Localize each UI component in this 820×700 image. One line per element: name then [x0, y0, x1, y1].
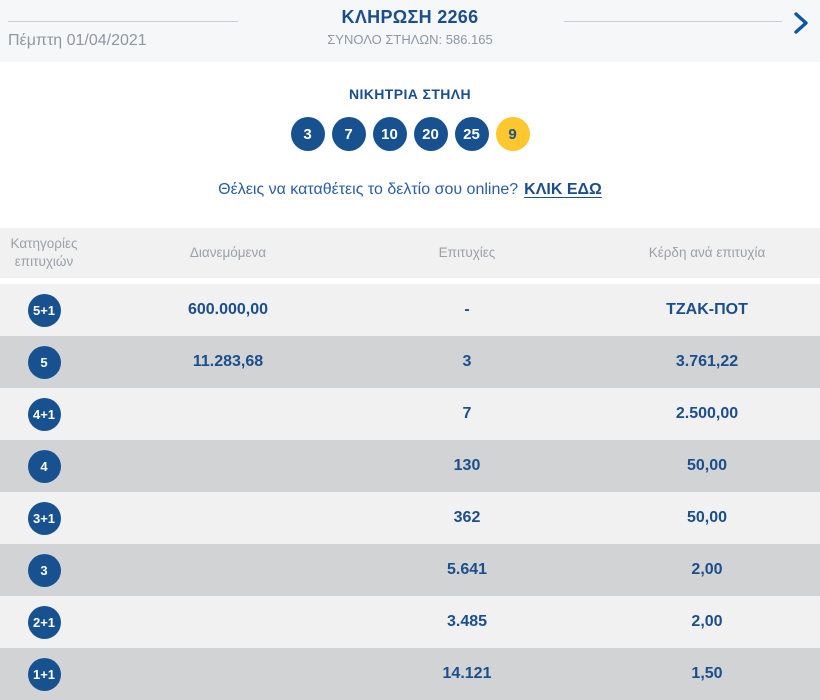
winning-number-ball: 3: [290, 117, 325, 151]
winning-number-ball: 7: [331, 117, 366, 151]
next-draw-button[interactable]: [790, 11, 812, 35]
column-header-wins: Επιτυχίες: [438, 245, 496, 261]
divider-left: [8, 21, 238, 22]
wins-value: 362: [453, 509, 481, 526]
prize-value: 3.761,22: [675, 353, 739, 370]
table-row: 1+1 14.121 1,50: [0, 648, 820, 700]
category-badge: 1+1: [27, 657, 61, 691]
category-badge: 5: [27, 345, 61, 379]
table-row: 3+1 362 50,00: [0, 492, 820, 544]
results-table: Κατηγορίες επιτυχιών Διανεμόμενα Επιτυχί…: [0, 228, 820, 700]
winning-number-ball: 20: [413, 117, 448, 151]
prize-value: ΤΖΑΚ-ΠΟΤ: [666, 301, 748, 318]
click-here-link[interactable]: ΚΛΙΚ ΕΔΩ: [524, 181, 602, 198]
table-row: 5+1 600.000,00 - ΤΖΑΚ-ΠΟΤ: [0, 284, 820, 336]
online-cta: Θέλεις να καταθέτεις το δελτίο σου onlin…: [0, 181, 820, 199]
wins-value: 5.641: [446, 561, 488, 578]
column-header-distributed: Διανεμόμενα: [189, 245, 267, 261]
prize-value: 2,00: [691, 613, 723, 630]
table-row: 3 5.641 2,00: [0, 544, 820, 596]
prize-value: 2,00: [691, 561, 723, 578]
chevron-right-icon: [794, 12, 808, 34]
wins-value: 7: [462, 405, 472, 422]
draw-date: Πέμπτη 01/04/2021: [8, 32, 147, 49]
prize-value: 1,50: [691, 665, 723, 682]
distributed-value: 600.000,00: [187, 301, 269, 318]
joker-number-ball: 9: [495, 117, 530, 151]
winning-number-ball: 25: [454, 117, 489, 151]
column-header-categories: Κατηγορίες επιτυχιών: [10, 236, 78, 269]
wins-value: -: [464, 301, 470, 318]
category-badge: 2+1: [27, 605, 61, 639]
draw-header: ΚΛΗΡΩΣΗ 2266 ΣΥΝΟΛΟ ΣΤΗΛΩΝ: 586.165 Πέμπ…: [0, 0, 820, 62]
prize-value: 50,00: [686, 457, 728, 474]
category-badge: 3+1: [27, 501, 61, 535]
wins-value: 3.485: [446, 613, 488, 630]
wins-value: 130: [453, 457, 481, 474]
table-row: 4+1 7 2.500,00: [0, 388, 820, 440]
table-row: 5 11.283,68 3 3.761,22: [0, 336, 820, 388]
winning-numbers: 3 7 10 20 25 9: [0, 117, 820, 151]
winning-number-ball: 10: [372, 117, 407, 151]
winning-column-heading: ΝΙΚΗΤΡΙΑ ΣΤΗΛΗ: [348, 86, 472, 102]
table-header-row: Κατηγορίες επιτυχιών Διανεμόμενα Επιτυχί…: [0, 228, 820, 278]
table-body: 5+1 600.000,00 - ΤΖΑΚ-ΠΟΤ 5 11.283,68 3 …: [0, 284, 820, 700]
category-badge: 3: [27, 553, 61, 587]
prize-value: 2.500,00: [675, 405, 739, 422]
distributed-value: 11.283,68: [192, 353, 264, 370]
table-row: 2+1 3.485 2,00: [0, 596, 820, 648]
prize-value: 50,00: [686, 509, 728, 526]
column-header-prize: Κέρδη ανά επιτυχία: [648, 245, 766, 261]
category-badge: 4+1: [27, 397, 61, 431]
divider-right: [564, 21, 782, 22]
category-badge: 4: [27, 449, 61, 483]
table-row: 4 130 50,00: [0, 440, 820, 492]
cta-text: Θέλεις να καταθέτεις το δελτίο σου onlin…: [218, 181, 519, 198]
category-badge: 5+1: [27, 293, 61, 327]
wins-value: 3: [462, 353, 472, 370]
wins-value: 14.121: [442, 665, 492, 682]
winning-column-section: ΝΙΚΗΤΡΙΑ ΣΤΗΛΗ 3 7 10 20 25 9 Θέλεις να καταθ…: [0, 86, 820, 199]
draw-title: ΚΛΗΡΩΣΗ 2266: [341, 7, 479, 27]
